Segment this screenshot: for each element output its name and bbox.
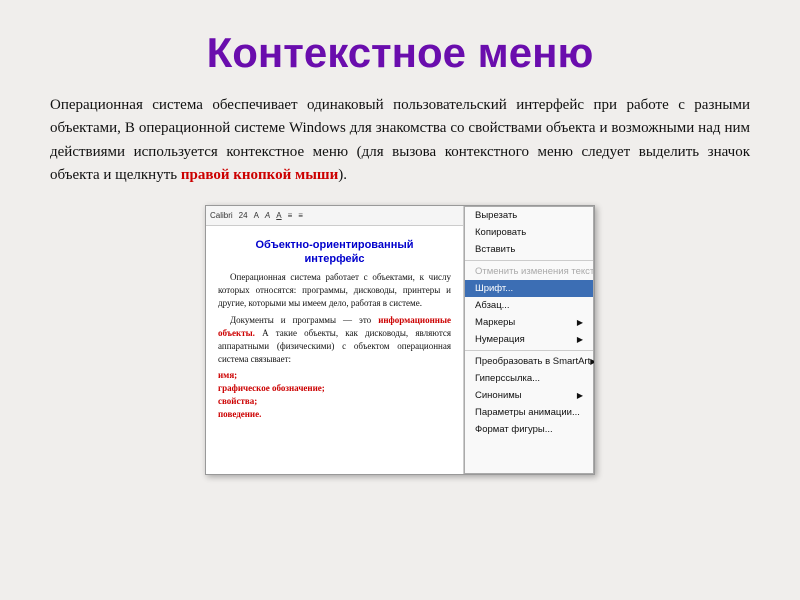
document-area: Calibri 24 A A A ≡ ≡ Объектно-ориентиров… <box>206 206 464 474</box>
menu-item-label: Абзац... <box>475 300 510 311</box>
body-text-part2: ). <box>338 167 347 183</box>
menu-item[interactable]: Формат фигуры... <box>465 421 593 438</box>
menu-item-arrow: ▶ <box>590 357 595 366</box>
menu-item-label: Гиперссылка... <box>475 373 540 384</box>
menu-item-label: Вставить <box>475 244 515 255</box>
doc-title: Объектно-ориентированный интерфейс <box>218 238 451 267</box>
menu-item[interactable]: Нумерация ▶ <box>465 331 593 348</box>
menu-item[interactable]: Преобразовать в SmartArt▶ <box>465 353 593 370</box>
menu-item-label: Нумерация <box>475 334 525 345</box>
menu-item[interactable]: Гиперссылка... <box>465 370 593 387</box>
slide: Контекстное меню Операционная система об… <box>0 0 800 600</box>
menu-item-label: Преобразовать в SmartArt <box>475 356 590 367</box>
toolbar-align: ≡ <box>288 211 293 220</box>
menu-separator <box>465 350 593 351</box>
context-menu[interactable]: Вырезать Копировать Вставить Отменить измен… <box>464 206 594 474</box>
doc-paragraph-2: Документы и программы — это информационн… <box>218 314 451 366</box>
toolbar-italic: A <box>265 211 270 220</box>
doc-content: Объектно-ориентированный интерфейс Опера… <box>218 238 451 421</box>
menu-item[interactable]: Параметры анимации... <box>465 404 593 421</box>
font-size: 24 <box>239 211 248 220</box>
doc-list: имя; графическое обозначение; свойства; … <box>218 369 451 421</box>
menu-item-arrow: ▶ <box>577 318 583 327</box>
menu-item-label: Шрифт... <box>475 283 513 294</box>
menu-item-label: Отменить изменения текста <box>475 266 595 277</box>
font-name: Calibri <box>210 211 233 220</box>
menu-item-arrow: ▶ <box>577 335 583 344</box>
body-text-part1: Операционная система обеспечивает одинак… <box>50 97 750 183</box>
menu-item[interactable]: Вставить <box>465 241 593 258</box>
menu-item-arrow: ▶ <box>577 391 583 400</box>
menu-separator <box>465 260 593 261</box>
menu-item[interactable]: Маркеры ▶ <box>465 314 593 331</box>
menu-item[interactable]: Абзац... <box>465 297 593 314</box>
screenshot-container: Calibri 24 A A A ≡ ≡ Объектно-ориентиров… <box>50 205 750 475</box>
doc-paragraph-1: Операционная система работает с объектам… <box>218 271 451 310</box>
body-text-highlight: правой кнопкой мыши <box>181 167 338 183</box>
menu-item[interactable]: Синонимы ▶ <box>465 387 593 404</box>
doc-list-item-4: поведение. <box>218 408 451 421</box>
menu-item-label: Вырезать <box>475 210 517 221</box>
menu-item[interactable]: Шрифт... <box>465 280 593 297</box>
body-text: Операционная система обеспечивает одинак… <box>50 94 750 187</box>
menu-item-label: Копировать <box>475 227 526 238</box>
menu-item[interactable]: Вырезать <box>465 207 593 224</box>
toolbar-underline: A <box>276 211 281 220</box>
menu-item-label: Формат фигуры... <box>475 424 553 435</box>
doc-toolbar: Calibri 24 A A A ≡ ≡ <box>206 206 463 226</box>
toolbar-bold: A <box>254 211 259 220</box>
doc-list-item-2: графическое обозначение; <box>218 382 451 395</box>
menu-item-label: Параметры анимации... <box>475 407 580 418</box>
toolbar-align2: ≡ <box>298 211 303 220</box>
menu-item[interactable]: Копировать <box>465 224 593 241</box>
menu-item-label: Синонимы <box>475 390 522 401</box>
menu-item[interactable]: Отменить изменения текста <box>465 263 593 280</box>
slide-title: Контекстное меню <box>50 30 750 76</box>
doc-list-item-1: имя; <box>218 369 451 382</box>
menu-item-label: Маркеры <box>475 317 515 328</box>
ms-word-window: Calibri 24 A A A ≡ ≡ Объектно-ориентиров… <box>205 205 595 475</box>
doc-list-item-3: свойства; <box>218 395 451 408</box>
